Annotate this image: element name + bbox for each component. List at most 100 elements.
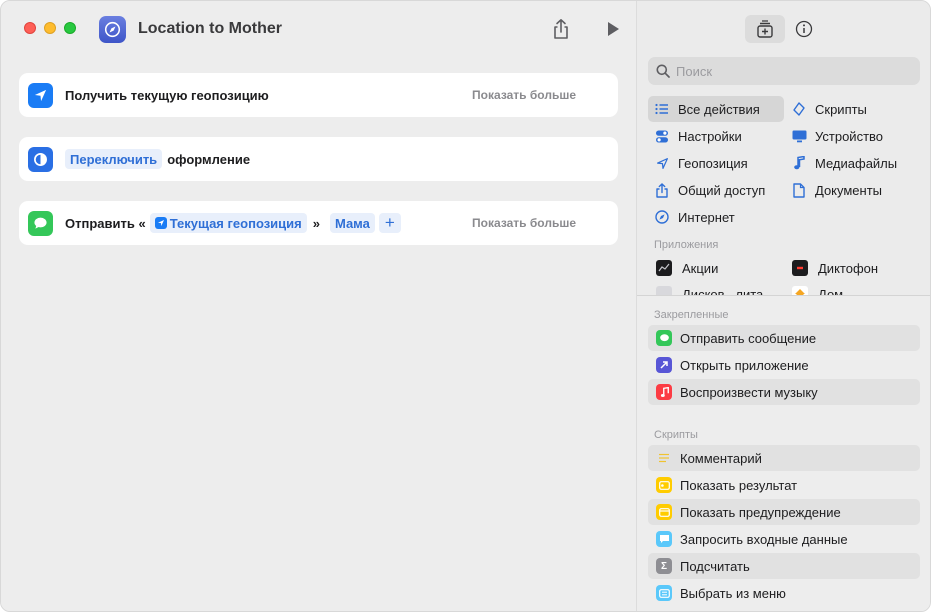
category-scripting[interactable]: Скрипты xyxy=(785,96,867,122)
scripts-section-label: Скрипты xyxy=(654,429,698,441)
action-label: Воспроизвести музыку xyxy=(680,384,818,400)
script-show-result[interactable]: Показать результат xyxy=(648,472,920,498)
compass-icon xyxy=(654,210,670,224)
shortcut-compass-icon[interactable] xyxy=(99,16,126,43)
shortcut-title[interactable]: Location to Mother xyxy=(138,20,282,38)
document-icon xyxy=(791,182,807,198)
category-label: Все действия xyxy=(678,101,760,117)
action-library-sidebar: Все действия Скрипты xyxy=(636,1,930,611)
action-label: Запросить входные данные xyxy=(680,531,848,547)
app-voice-memos[interactable]: Диктофон xyxy=(792,255,878,281)
run-button[interactable] xyxy=(603,19,623,39)
info-icon xyxy=(795,20,813,38)
category-device[interactable]: Устройство xyxy=(785,123,883,149)
add-recipient-button[interactable]: + xyxy=(378,213,401,233)
action-toggle-appearance[interactable]: Переключить оформление xyxy=(19,137,618,181)
app-stocks[interactable]: Акции xyxy=(656,255,718,281)
open-app-icon xyxy=(656,357,672,373)
details-tab-button[interactable] xyxy=(794,19,814,39)
library-categories-panel: Все действия Скрипты xyxy=(637,1,930,299)
action-title: оформление xyxy=(167,151,251,167)
music-note-icon xyxy=(791,156,807,170)
stocks-icon xyxy=(656,260,672,276)
share-icon xyxy=(654,182,670,198)
apps-section-label: Приложения xyxy=(654,239,719,251)
action-title: » xyxy=(312,215,320,231)
location-icon xyxy=(654,157,670,170)
list-icon xyxy=(654,103,670,115)
category-label: Медиафайлы xyxy=(815,155,898,171)
choose-menu-icon xyxy=(656,585,672,601)
action-label: Комментарий xyxy=(680,450,762,466)
category-label: Геопозиция xyxy=(678,155,748,171)
music-icon xyxy=(656,384,672,400)
category-location[interactable]: Геопозиция xyxy=(648,150,748,176)
script-show-alert[interactable]: Показать предупреждение xyxy=(648,499,920,525)
zoom-window-button[interactable] xyxy=(64,22,76,34)
show-more-button[interactable]: Показать больше xyxy=(472,216,576,230)
category-sharing[interactable]: Общий доступ xyxy=(648,177,765,203)
script-comment[interactable]: Комментарий xyxy=(648,445,920,471)
pinned-send-message[interactable]: Отправить сообщение xyxy=(648,325,920,351)
action-title: Отправить « xyxy=(65,215,146,231)
app-label: Акции xyxy=(682,260,719,276)
display-icon xyxy=(791,130,807,143)
share-button[interactable] xyxy=(550,17,572,41)
messages-icon xyxy=(28,210,53,236)
category-label: Общий доступ xyxy=(678,182,766,198)
category-label: Документы xyxy=(815,182,883,198)
category-label: Устройство xyxy=(815,128,884,144)
suggested-actions-panel: Закрепленные Отправить сообщение Открыть… xyxy=(637,296,930,611)
action-label: Открыть приложение xyxy=(680,357,809,373)
minimize-window-button[interactable] xyxy=(44,22,56,34)
category-label: Настройки xyxy=(678,128,742,144)
pinned-open-app[interactable]: Открыть приложение xyxy=(648,352,920,378)
category-documents[interactable]: Документы xyxy=(785,177,882,203)
category-label: Интернет xyxy=(678,209,735,225)
action-label: Отправить сообщение xyxy=(680,330,817,346)
category-web[interactable]: Интернет xyxy=(648,204,735,230)
current-location-variable-token[interactable]: Текущая геопозиция xyxy=(149,213,307,233)
token-label: Текущая геопозиция xyxy=(169,215,302,231)
add-action-icon xyxy=(757,20,773,38)
library-tab-button[interactable] xyxy=(745,15,785,43)
category-media[interactable]: Медиафайлы xyxy=(785,150,897,176)
category-label: Скрипты xyxy=(815,101,867,117)
action-send-message[interactable]: Отправить « Текущая геопозиция » Мама + … xyxy=(19,201,618,245)
action-label: Показать результат xyxy=(680,477,798,493)
category-controls[interactable]: Настройки xyxy=(648,123,742,149)
voice-memos-icon xyxy=(792,260,808,276)
pinned-section-label: Закрепленные xyxy=(654,309,729,321)
location-arrow-icon xyxy=(28,82,53,108)
search-field[interactable] xyxy=(648,57,920,85)
ask-input-icon xyxy=(656,531,672,547)
show-more-button[interactable]: Показать больше xyxy=(472,88,576,102)
pinned-play-music[interactable]: Воспроизвести музыку xyxy=(648,379,920,405)
app-label: Диктофон xyxy=(818,260,879,276)
appearance-icon xyxy=(28,146,53,172)
recipient-token[interactable]: Мама xyxy=(329,213,375,233)
shortcuts-window: Location to Mother Получить текущую геоп… xyxy=(0,0,931,612)
share-icon xyxy=(554,19,568,39)
scripting-icon xyxy=(791,102,807,116)
action-get-current-location[interactable]: Получить текущую геопозицию Показать бол… xyxy=(19,73,618,117)
action-label: Выбрать из меню xyxy=(680,585,786,601)
shortcut-editor: Location to Mother Получить текущую геоп… xyxy=(1,1,636,611)
play-icon xyxy=(608,22,619,36)
script-choose-from-menu[interactable]: Выбрать из меню xyxy=(648,580,920,606)
search-input[interactable] xyxy=(676,63,906,79)
comment-icon xyxy=(656,450,672,466)
location-arrow-icon xyxy=(154,217,167,229)
category-all-actions[interactable]: Все действия xyxy=(648,96,784,122)
action-title: Получить текущую геопозицию xyxy=(65,87,269,103)
count-icon: Σ xyxy=(656,558,672,574)
toggle-parameter-token[interactable]: Переключить xyxy=(65,149,163,169)
messages-icon xyxy=(656,330,672,346)
script-ask-for-input[interactable]: Запросить входные данные xyxy=(648,526,920,552)
alert-icon xyxy=(656,504,672,520)
script-count[interactable]: Σ Подсчитать xyxy=(648,553,920,579)
action-label: Подсчитать xyxy=(680,558,750,574)
action-label: Показать предупреждение xyxy=(680,504,841,520)
toggle-icon xyxy=(654,130,670,143)
close-window-button[interactable] xyxy=(24,22,36,34)
